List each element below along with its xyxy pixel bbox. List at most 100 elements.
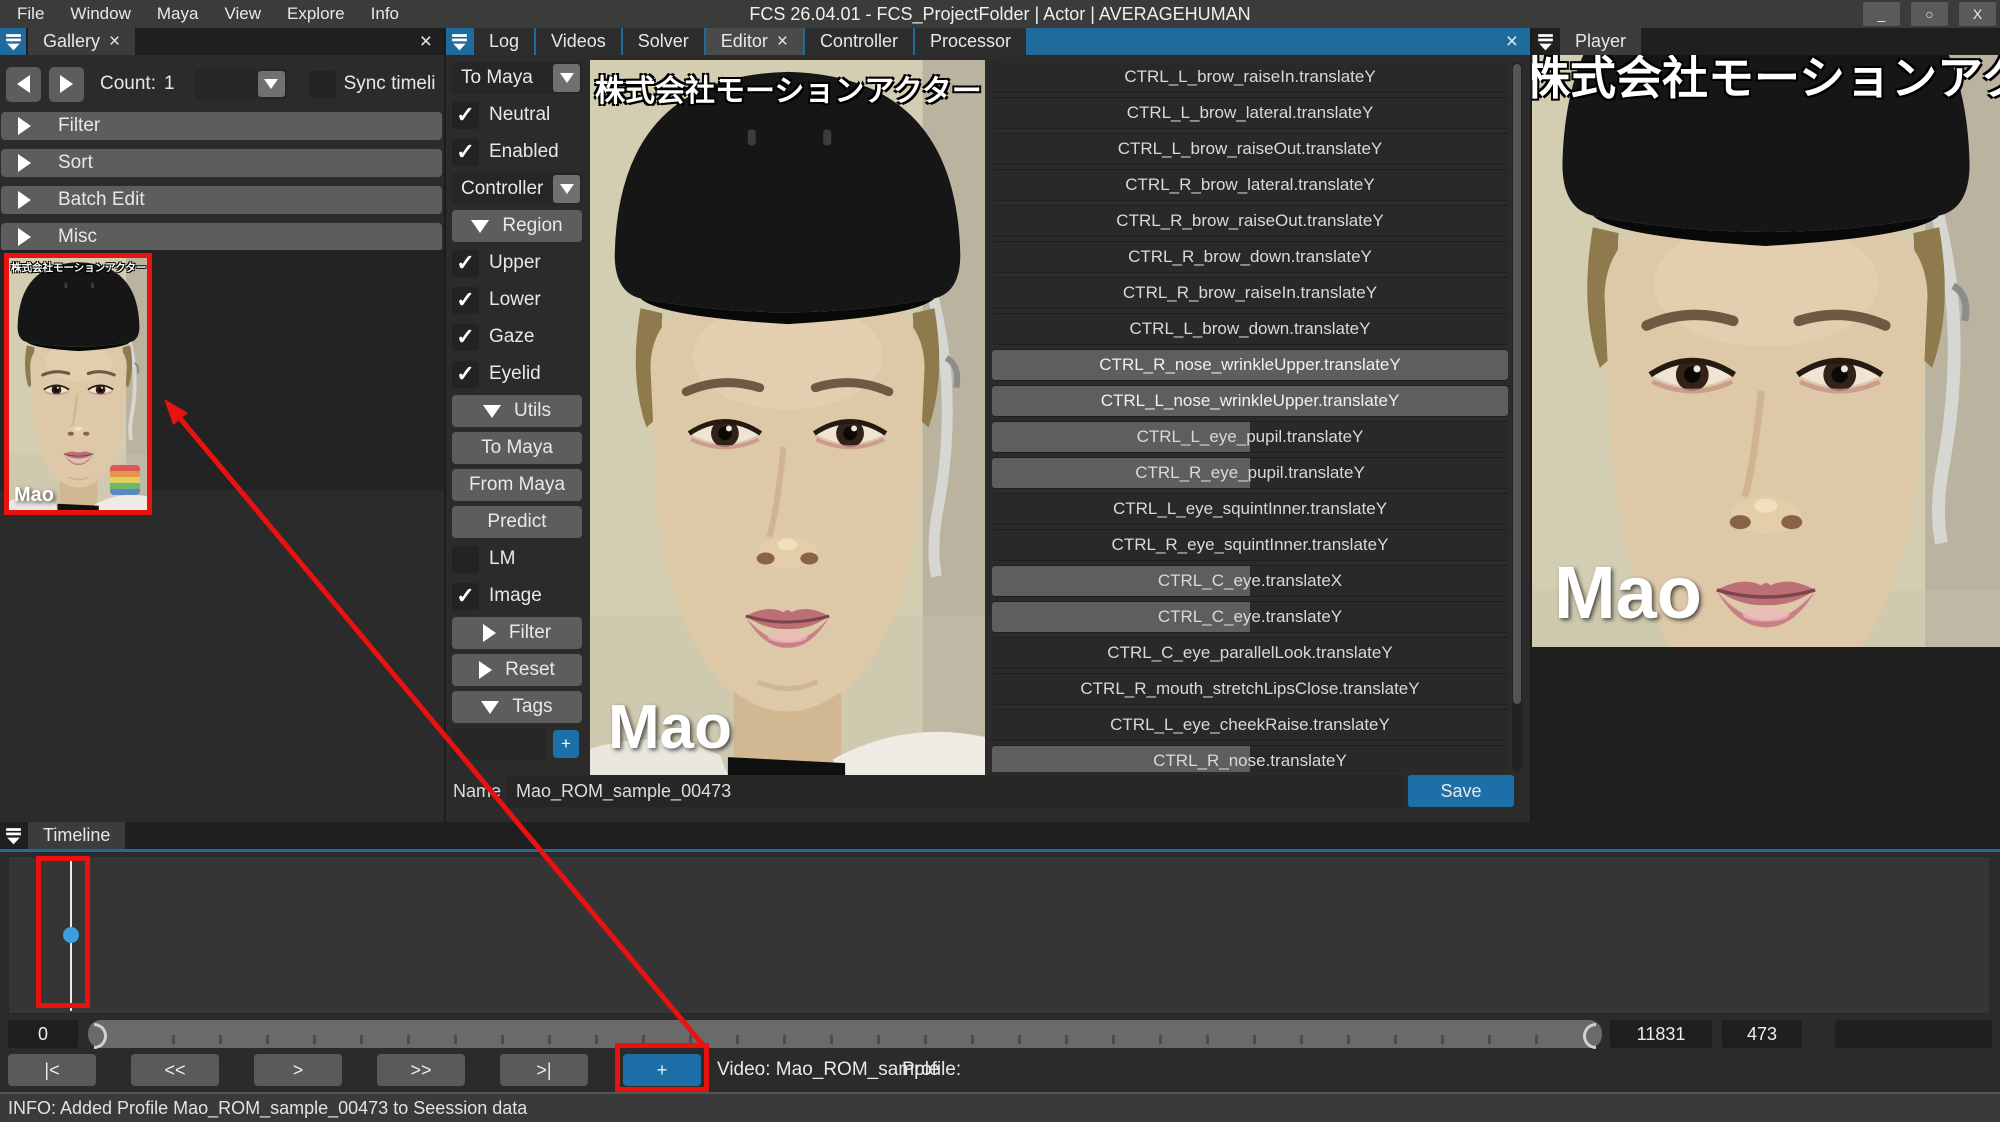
controller-row[interactable]: CTRL_C_eye.translateX xyxy=(992,566,1508,596)
gallery-section-batch-edit[interactable]: Batch Edit xyxy=(1,186,442,214)
add-profile-button[interactable]: + xyxy=(623,1054,701,1086)
total-frames-box[interactable]: 11831 xyxy=(1610,1020,1712,1048)
controller-row[interactable]: CTRL_C_eye.translateY xyxy=(992,602,1508,632)
panel-menu-icon[interactable] xyxy=(0,28,26,55)
to-maya-button[interactable]: To Maya xyxy=(452,432,582,464)
close-tab-icon[interactable]: × xyxy=(109,31,120,53)
controller-row[interactable]: CTRL_L_brow_raiseIn.translateY xyxy=(992,62,1508,92)
timeline-track-area[interactable] xyxy=(8,856,1990,1014)
chevron-down-icon[interactable] xyxy=(553,175,580,203)
gallery-section-misc[interactable]: Misc xyxy=(1,223,442,251)
reset-section-header[interactable]: Reset xyxy=(452,654,582,686)
tab-solver[interactable]: Solver xyxy=(623,28,704,55)
close-panel-icon[interactable]: × xyxy=(408,28,444,55)
tag-input[interactable] xyxy=(452,729,546,759)
tab-processor[interactable]: Processor xyxy=(915,28,1026,55)
checkbox-enabled[interactable]: Enabled xyxy=(452,136,582,168)
timeline-keyframe-dot[interactable] xyxy=(63,927,79,943)
next-item-button[interactable] xyxy=(49,67,84,102)
controller-row[interactable]: CTRL_R_eye_squintInner.translateY xyxy=(992,530,1508,560)
menu-view[interactable]: View xyxy=(211,0,274,28)
profile-frame-box[interactable]: 473 xyxy=(1722,1020,1802,1048)
controller-row[interactable]: CTRL_R_nose_wrinkleUpper.translateY xyxy=(992,350,1508,380)
tab-log[interactable]: Log xyxy=(474,28,534,55)
checkbox-upper[interactable]: Upper xyxy=(452,247,582,279)
from-maya-button[interactable]: From Maya xyxy=(452,469,582,501)
tab-controller[interactable]: Controller xyxy=(805,28,913,55)
minimize-button[interactable]: _ xyxy=(1863,2,1900,26)
go-end-button[interactable]: >| xyxy=(500,1054,588,1086)
to-maya-dropdown[interactable]: To Maya xyxy=(452,62,582,94)
save-button[interactable]: Save xyxy=(1408,775,1514,807)
tab-editor[interactable]: Editor× xyxy=(706,28,803,55)
controller-dropdown[interactable]: Controller xyxy=(452,173,582,205)
controller-row[interactable]: CTRL_R_nose.translateY xyxy=(992,746,1508,772)
name-label: Name xyxy=(453,781,501,802)
controller-row[interactable]: CTRL_L_eye_squintInner.translateY xyxy=(992,494,1508,524)
controller-row[interactable]: CTRL_R_brow_raiseIn.translateY xyxy=(992,278,1508,308)
tab-videos[interactable]: Videos xyxy=(536,28,621,55)
name-input[interactable] xyxy=(506,775,1404,807)
checkbox-image[interactable]: Image xyxy=(452,580,582,612)
controller-row[interactable]: CTRL_R_brow_raiseOut.translateY xyxy=(992,206,1508,236)
expanded-arrow-icon xyxy=(471,220,489,233)
checkbox-lm[interactable]: LM xyxy=(452,543,582,575)
player-watermark: 株式会社モーションアクター xyxy=(1532,55,2000,108)
gallery-section-filter[interactable]: Filter xyxy=(1,112,442,140)
controller-row[interactable]: CTRL_R_eye_pupil.translateY xyxy=(992,458,1508,488)
checkbox-eyelid[interactable]: Eyelid xyxy=(452,358,582,390)
checkbox-gaze[interactable]: Gaze xyxy=(452,321,582,353)
menu-window[interactable]: Window xyxy=(57,0,143,28)
add-tag-button[interactable]: + xyxy=(553,730,579,758)
controller-list-scrollbar[interactable] xyxy=(1512,62,1522,772)
tab-timeline[interactable]: Timeline xyxy=(28,822,125,849)
tab-player[interactable]: Player xyxy=(1560,28,1641,55)
controller-row[interactable]: CTRL_L_eye_cheekRaise.translateY xyxy=(992,710,1508,740)
step-back-button[interactable]: << xyxy=(131,1054,219,1086)
current-frame-box[interactable]: 0 xyxy=(8,1020,78,1048)
controller-row[interactable]: CTRL_R_brow_lateral.translateY xyxy=(992,170,1508,200)
checkbox-box xyxy=(452,583,479,610)
controller-row[interactable]: CTRL_L_brow_down.translateY xyxy=(992,314,1508,344)
gallery-thumbnail[interactable]: 株式会社モーションアクター Mao xyxy=(9,258,148,510)
tab-gallery[interactable]: Gallery × xyxy=(28,28,135,55)
controller-row[interactable]: CTRL_L_nose_wrinkleUpper.translateY xyxy=(992,386,1508,416)
close-tab-icon[interactable]: × xyxy=(777,31,788,53)
app-window: FileWindowMayaViewExploreInfo FCS 26.04.… xyxy=(0,0,2000,1122)
controller-row[interactable]: CTRL_C_eye_parallelLook.translateY xyxy=(992,638,1508,668)
gallery-section-sort[interactable]: Sort xyxy=(1,149,442,177)
filter-section-header[interactable]: Filter xyxy=(452,617,582,649)
sync-timeline-checkbox[interactable] xyxy=(309,71,336,98)
close-panel-icon[interactable]: × xyxy=(1494,28,1530,55)
controller-row[interactable]: CTRL_R_mouth_stretchLipsClose.translateY xyxy=(992,674,1508,704)
gallery-dropdown[interactable] xyxy=(195,69,287,99)
menu-maya[interactable]: Maya xyxy=(144,0,212,28)
controller-row[interactable]: CTRL_L_brow_lateral.translateY xyxy=(992,98,1508,128)
controller-row[interactable]: CTRL_L_brow_raiseOut.translateY xyxy=(992,134,1508,164)
menu-explore[interactable]: Explore xyxy=(274,0,358,28)
panel-menu-icon[interactable] xyxy=(0,822,26,849)
controller-list: CTRL_L_brow_raiseIn.translateY CTRL_L_bro… xyxy=(992,62,1508,772)
menu-info[interactable]: Info xyxy=(358,0,412,28)
play-button[interactable]: > xyxy=(254,1054,342,1086)
controller-row[interactable]: CTRL_L_eye_pupil.translateY xyxy=(992,422,1508,452)
maximize-button[interactable]: ○ xyxy=(1911,2,1948,26)
checkbox-lower[interactable]: Lower xyxy=(452,284,582,316)
predict-button[interactable]: Predict xyxy=(452,506,582,538)
timeline-scrollbar[interactable] xyxy=(88,1020,1602,1048)
tags-section-header[interactable]: Tags xyxy=(452,691,582,723)
controller-row[interactable]: CTRL_R_brow_down.translateY xyxy=(992,242,1508,272)
fast-forward-button[interactable]: >> xyxy=(377,1054,465,1086)
menu-file[interactable]: File xyxy=(4,0,57,28)
region-section-header[interactable]: Region xyxy=(452,210,582,242)
chevron-down-icon[interactable] xyxy=(553,64,580,92)
go-start-button[interactable]: |< xyxy=(8,1054,96,1086)
prev-item-button[interactable] xyxy=(6,67,41,102)
checkbox-neutral[interactable]: Neutral xyxy=(452,99,582,131)
close-button[interactable]: X xyxy=(1959,2,1996,26)
utils-section-header[interactable]: Utils xyxy=(452,395,582,427)
panel-menu-icon[interactable] xyxy=(446,28,472,55)
chevron-down-icon[interactable] xyxy=(258,71,285,97)
panel-menu-icon[interactable] xyxy=(1532,28,1558,55)
empty-value-box[interactable] xyxy=(1835,1020,1992,1048)
